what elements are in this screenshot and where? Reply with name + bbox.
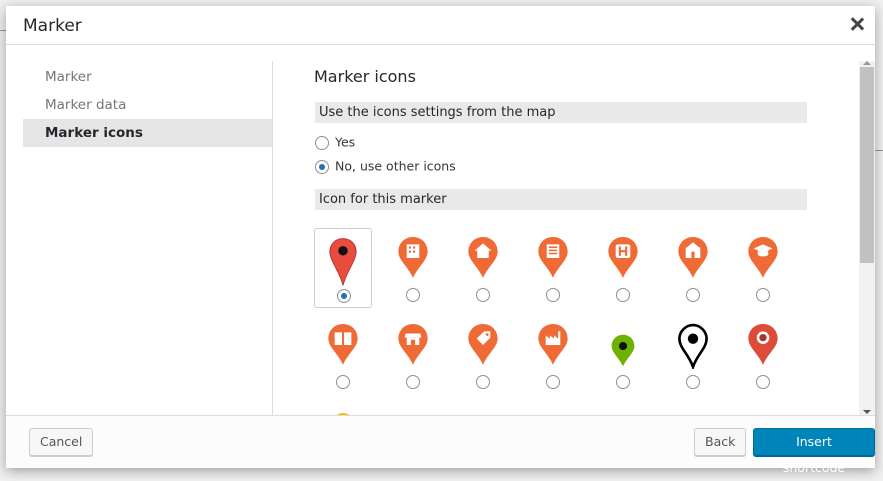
icon-option[interactable] xyxy=(454,228,512,308)
icon-option[interactable] xyxy=(384,228,442,308)
scroll-up-arrow-icon[interactable] xyxy=(863,61,871,65)
graduation-pin-icon xyxy=(748,237,778,278)
icon-radio[interactable] xyxy=(686,375,700,389)
red-ring-pin-icon xyxy=(748,324,778,365)
icon-option[interactable] xyxy=(594,315,652,395)
dialog-header: Marker xyxy=(6,6,875,45)
content-panel: Marker icons Use the icons settings from… xyxy=(273,61,859,416)
icon-option[interactable] xyxy=(524,315,582,395)
office-pin-icon xyxy=(538,237,568,278)
dialog-sidebar: Marker Marker data Marker icons xyxy=(23,61,273,416)
scrollbar[interactable] xyxy=(859,61,875,416)
radio-no-use-other[interactable]: No, use other icons xyxy=(315,158,456,174)
marker-dialog: Marker Marker Marker data Marker icons Mar… xyxy=(6,6,875,475)
icon-radio[interactable] xyxy=(337,289,351,303)
school-pin-icon xyxy=(678,237,708,278)
icon-radio[interactable] xyxy=(336,375,350,389)
icon-radio[interactable] xyxy=(686,288,700,302)
icon-radio[interactable] xyxy=(406,288,420,302)
icon-option[interactable] xyxy=(734,228,792,308)
insert-shortcode-button[interactable]: Insert shortcode xyxy=(753,428,875,475)
icon-option[interactable] xyxy=(664,228,722,308)
sidebar-item-marker[interactable]: Marker xyxy=(23,63,273,91)
dialog-title: Marker xyxy=(23,16,82,36)
section-title: Marker icons xyxy=(314,67,416,86)
icon-option[interactable] xyxy=(734,315,792,395)
icon-option[interactable] xyxy=(384,315,442,395)
radio-yes-label: Yes xyxy=(335,134,356,150)
icon-radio[interactable] xyxy=(476,288,490,302)
icon-radio[interactable] xyxy=(546,375,560,389)
book-pin-icon xyxy=(328,324,358,365)
radio-yes[interactable]: Yes xyxy=(315,134,355,150)
icon-option[interactable] xyxy=(314,315,372,395)
red-pin-icon xyxy=(329,238,357,286)
back-button[interactable]: Back xyxy=(694,428,747,456)
scroll-thumb[interactable] xyxy=(860,67,874,263)
home-pin-icon xyxy=(468,237,498,278)
outline-pin-icon xyxy=(678,323,708,369)
icon-radio[interactable] xyxy=(756,375,770,389)
icon-option[interactable] xyxy=(314,402,372,416)
radio-yes-input[interactable] xyxy=(315,135,329,150)
sidebar-item-marker-icons[interactable]: Marker icons xyxy=(23,119,273,147)
icon-option[interactable] xyxy=(594,228,652,308)
use-map-settings-label: Use the icons settings from the map xyxy=(315,102,807,123)
icon-radio[interactable] xyxy=(756,288,770,302)
tag-pin-icon xyxy=(468,324,498,365)
radio-no-input[interactable] xyxy=(315,159,329,174)
sidebar-item-marker-data[interactable]: Marker data xyxy=(23,91,273,119)
icon-option[interactable] xyxy=(664,315,722,395)
icon-radio[interactable] xyxy=(616,375,630,389)
hospital-pin-icon xyxy=(608,237,638,278)
icon-for-marker-label: Icon for this marker xyxy=(315,189,807,210)
close-icon[interactable] xyxy=(849,16,865,32)
green-pin-icon xyxy=(611,334,635,367)
factory-pin-icon xyxy=(538,324,568,365)
icon-option[interactable] xyxy=(454,315,512,395)
dialog-footer: Cancel Back Insert shortcode xyxy=(6,415,875,475)
icon-radio[interactable] xyxy=(546,288,560,302)
building-pin-icon xyxy=(398,237,428,278)
cancel-button[interactable]: Cancel xyxy=(29,428,94,456)
scroll-down-arrow-icon[interactable] xyxy=(863,410,871,414)
icon-radio[interactable] xyxy=(616,288,630,302)
icon-radio[interactable] xyxy=(476,375,490,389)
radio-no-label: No, use other icons xyxy=(335,158,456,174)
icon-radio[interactable] xyxy=(406,375,420,389)
icon-option[interactable] xyxy=(524,228,582,308)
shop-pin-icon xyxy=(398,324,428,365)
icon-option[interactable] xyxy=(314,228,372,308)
